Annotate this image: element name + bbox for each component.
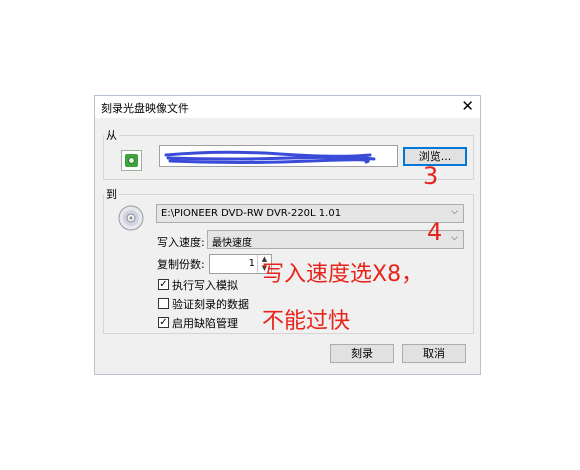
simulate-checkbox[interactable]: ✓ — [158, 279, 169, 290]
annotation-step-4: 4 — [427, 218, 443, 246]
drive-value: E:\PIONEER DVD-RW DVR-220L 1.01 — [161, 208, 342, 219]
close-icon[interactable]: ✕ — [461, 97, 474, 115]
redaction-scribble — [164, 150, 376, 164]
from-group-label: 从 — [104, 127, 119, 143]
drive-select[interactable]: E:\PIONEER DVD-RW DVR-220L 1.01 ⌵ — [156, 204, 464, 223]
annotation-note-line1: 写入速度选X8， — [262, 262, 424, 287]
simulate-label: 执行写入模拟 — [172, 279, 238, 292]
image-file-icon — [121, 150, 142, 171]
disc-icon — [118, 205, 144, 231]
annotation-step-3: 3 — [423, 162, 439, 190]
cancel-button[interactable]: 取消 — [402, 344, 466, 363]
speed-select[interactable]: 最快速度 ⌵ — [207, 230, 464, 249]
defect-mgmt-checkbox[interactable]: ✓ — [158, 317, 169, 328]
annotation-note-line2: 不能过快 — [262, 309, 351, 334]
source-file-field[interactable] — [159, 145, 398, 167]
verify-checkbox[interactable] — [158, 298, 169, 309]
defect-mgmt-label: 启用缺陷管理 — [172, 317, 238, 330]
speed-label: 写入速度: — [157, 236, 205, 249]
chevron-down-icon: ⌵ — [451, 233, 458, 243]
dialog-title: 刻录光盘映像文件 — [101, 102, 189, 115]
to-group-label: 到 — [104, 186, 119, 202]
dialog-titlebar: 刻录光盘映像文件 ✕ — [95, 96, 480, 118]
chevron-down-icon: ⌵ — [451, 207, 458, 217]
copies-label: 复制份数: — [157, 258, 205, 271]
burn-button[interactable]: 刻录 — [330, 344, 394, 363]
speed-value: 最快速度 — [212, 238, 252, 249]
verify-label: 验证刻录的数据 — [172, 298, 249, 311]
copies-value: 1 — [248, 258, 255, 269]
